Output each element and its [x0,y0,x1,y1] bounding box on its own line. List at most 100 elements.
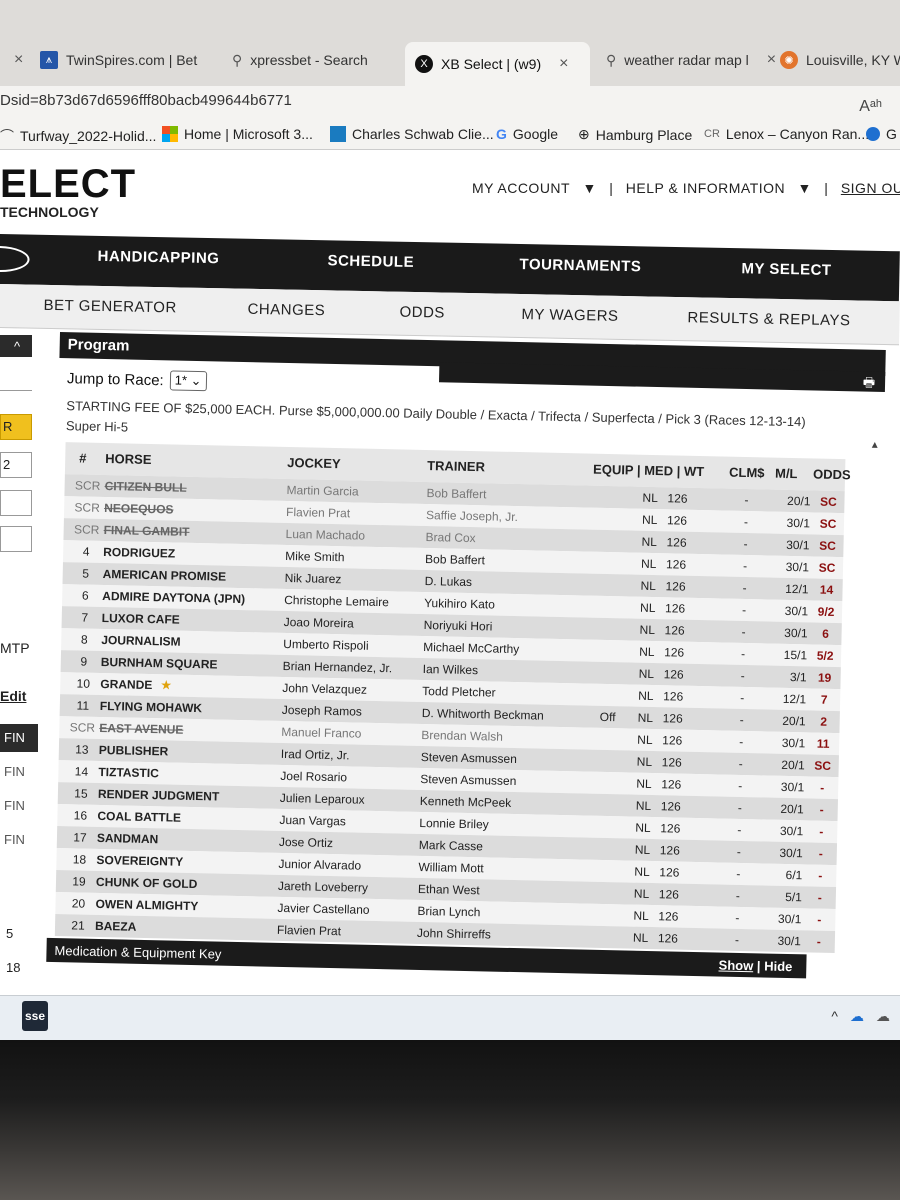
nav-schedule[interactable]: SCHEDULE [327,252,414,271]
horse-name[interactable]: FINAL GAMBIT [104,523,190,539]
nav-tournaments[interactable]: TOURNAMENTS [519,256,641,275]
horse-name[interactable]: SANDMAN [97,831,159,846]
weight: 126 [659,865,680,880]
horse-name[interactable]: SOVEREIGNTY [96,853,183,869]
horse-name[interactable]: COAL BATTLE [97,809,181,825]
horse-name[interactable]: JOURNALISM [101,633,181,649]
weight: 126 [664,601,686,616]
tab-xb-select[interactable]: X XB Select | (w9) × [405,42,590,86]
sidebar-fin-4[interactable]: FIN [0,826,38,854]
row-number: SCR [74,500,100,515]
print-icon[interactable]: 🖶 [863,374,876,396]
horse-name[interactable]: AMERICAN PROMISE [103,567,227,584]
nav-my-select[interactable]: MY SELECT [741,260,831,279]
collapse-chevron-up-icon[interactable]: ^ [0,335,32,357]
collapse-triangle-icon[interactable]: ▲ [870,436,880,456]
medication: NL [637,732,653,748]
medication: NL [639,600,656,616]
site-logo[interactable]: ELECT [0,162,136,207]
horse-name[interactable]: CHUNK OF GOLD [96,875,198,891]
sidebar-fin-3[interactable]: FIN [0,792,38,820]
tab-close-stub[interactable]: × [0,40,33,80]
horse-name[interactable]: BAEZA [95,919,137,934]
trainer-name: Ian Wilkes [422,661,479,678]
horse-name[interactable]: ADMIRE DAYTONA (JPN) [102,589,245,606]
nav-bet-generator[interactable]: BET GENERATOR [43,297,177,317]
bookmark-schwab[interactable]: Charles Schwab Clie... [330,126,494,142]
sign-out-link[interactable]: SIGN OUT [841,180,900,196]
jockey-name: Manuel Franco [281,724,362,741]
bookmark-lenox[interactable]: CR Lenox – Canyon Ran... [704,126,869,142]
tray-chevron-up-icon[interactable]: ^ [831,1008,838,1025]
row-number: 10 [76,676,91,691]
horse-name[interactable]: FLYING MOHAWK [100,699,203,715]
bookmark-turfway[interactable]: ⌒ Turfway_2022-Holid... [0,126,156,146]
cloud-icon[interactable]: ☁ [876,1008,890,1025]
chevron-down-icon[interactable]: ▼ [798,180,812,196]
weight: 126 [665,579,686,594]
trainer-name: Lonnie Briley [419,815,489,832]
trainer-name: D. Lukas [424,574,473,590]
medication: NL [635,798,652,814]
medication: NL [637,710,654,726]
address-bar[interactable]: Dsid=8b73d67d6596fff80bacb499644b6771 Aᵃ… [0,86,900,116]
row-number: SCR [74,478,101,493]
sidebar-fin-1[interactable]: FIN [0,724,38,752]
jockey-name: Luan Machado [285,526,366,543]
jockey-name: Jose Ortiz [278,834,334,851]
help-menu[interactable]: HELP & INFORMATION [626,180,785,196]
nav-handicapping[interactable]: HANDICAPPING [97,248,219,267]
sidebar-number-18: 18 [6,960,21,975]
nav-my-wagers[interactable]: MY WAGERS [521,306,618,325]
bookmark-google[interactable]: G Google [496,126,558,142]
onedrive-icon[interactable]: ☁ [850,1008,864,1025]
reader-mode-icon[interactable]: Aᵃʰ [859,92,882,122]
sidebar-alert-box[interactable]: R [0,414,32,440]
bookmark-microsoft[interactable]: Home | Microsoft 3... [162,126,313,142]
sidebar-box-2[interactable]: 2 [0,452,32,478]
show-link[interactable]: Show [718,958,753,974]
morning-line: 3/1 [789,670,807,685]
bookmark-hamburg-place[interactable]: ⊕ Hamburg Place [578,126,692,143]
close-icon[interactable]: × [14,51,23,69]
weight: 126 [661,755,682,770]
nav-odds[interactable]: ODDS [399,304,445,322]
jockey-name: Christophe Lemaire [284,592,390,610]
horse-name[interactable]: BURNHAM SQUARE [101,655,218,672]
nav-changes[interactable]: CHANGES [247,301,325,319]
sidebar-box-empty-2[interactable] [0,526,32,552]
horse-name[interactable]: PUBLISHER [99,743,169,759]
my-account-menu[interactable]: MY ACCOUNT [472,180,570,196]
horse-name[interactable]: OWEN ALMIGHTY [95,897,198,913]
morning-line: 20/1 [780,801,804,817]
weight: 126 [666,513,688,528]
horse-name[interactable]: EAST AVENUE [99,721,183,737]
nav-results-replays[interactable]: RESULTS & REPLAYS [687,309,850,329]
horse-name[interactable]: LUXOR CAFE [102,611,180,627]
sidebar-box-empty-1[interactable] [0,490,32,516]
horse-name[interactable]: RODRIGUEZ [103,545,175,561]
tab-twinspires[interactable]: ⩚ TwinSpires.com | Bet [30,40,207,80]
sidebar-edit-link[interactable]: Edit [0,688,26,704]
taskbar-app-sse[interactable]: sse [22,1001,48,1031]
tab-xpressbet-search[interactable]: ⚲ xpressbet - Search [222,40,378,80]
live-odds: 5/2 [816,648,834,663]
tab-louisville-weather[interactable]: ✺ Louisville, KY Wea [770,40,900,80]
bookmark-more[interactable]: G [866,126,897,142]
chevron-down-icon[interactable]: ▼ [582,180,596,196]
close-icon[interactable]: × [559,55,568,73]
horse-name[interactable]: NEOEQUOS [104,501,174,517]
site-logo-sub: TECHNOLOGY [0,204,99,220]
hide-link[interactable]: Hide [764,959,792,975]
trainer-name: Kenneth McPeek [419,793,512,810]
horse-name[interactable]: CITIZEN BULL [104,479,186,495]
sidebar-fin-2[interactable]: FIN [0,758,38,786]
lenox-icon: CR [704,128,720,140]
tab-weather-radar[interactable]: ⚲ weather radar map l × [596,40,786,80]
race-select[interactable]: 1* ⌄ [169,370,207,392]
claiming-price: - [740,646,746,662]
horse-name[interactable]: TIZTASTIC [98,765,159,780]
horse-name[interactable]: GRANDE [100,677,152,692]
url-text[interactable]: Dsid=8b73d67d6596fff80bacb499644b6771 [0,92,292,109]
horse-name[interactable]: RENDER JUDGMENT [98,787,220,804]
